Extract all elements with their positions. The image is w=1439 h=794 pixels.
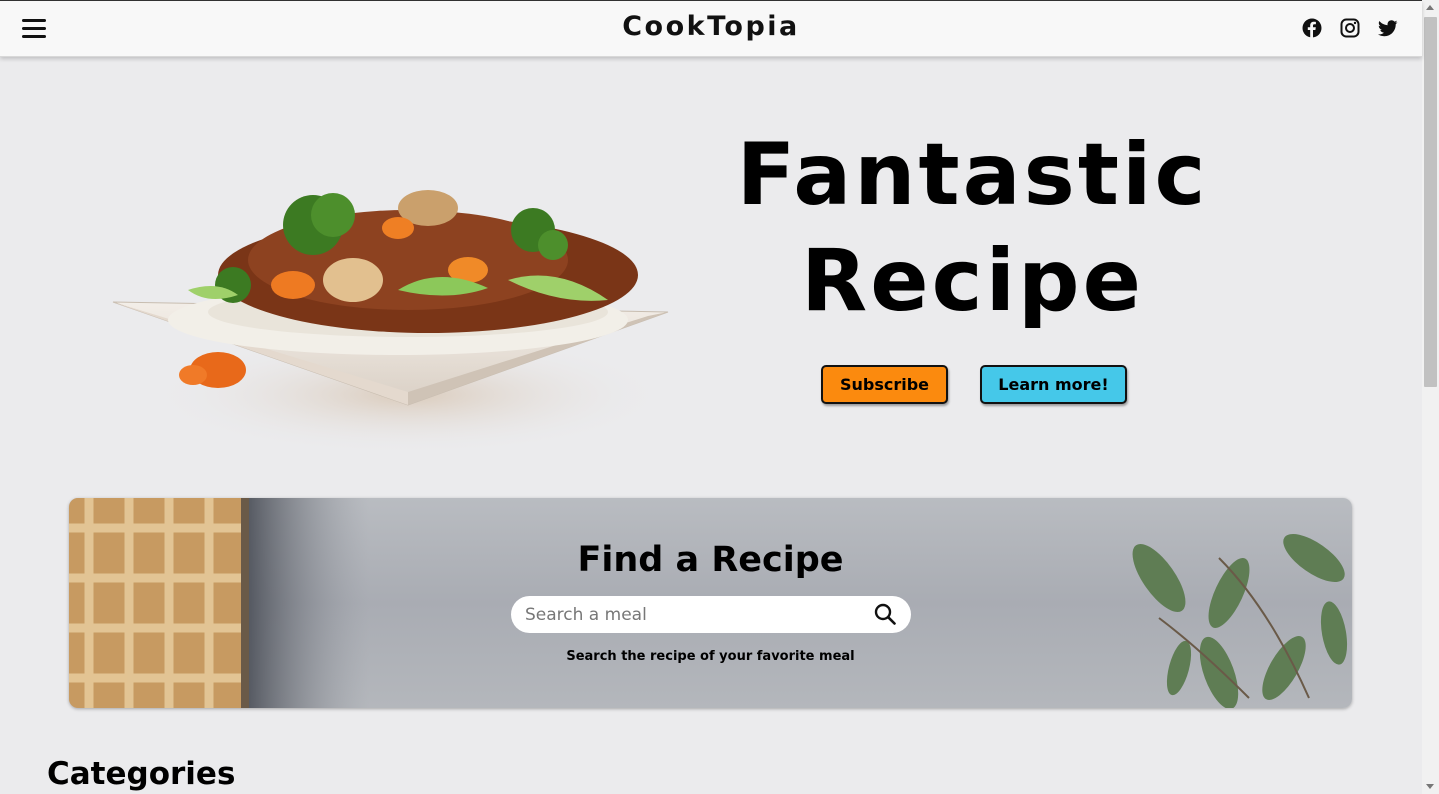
hero-food-plate-image — [112, 190, 669, 455]
search-input[interactable] — [525, 596, 855, 633]
instagram-icon[interactable] — [1340, 18, 1360, 38]
hero-title-line1: Fantastic — [736, 125, 1209, 225]
scroll-down-arrow-icon[interactable] — [1426, 784, 1434, 789]
search-icon[interactable] — [873, 602, 897, 626]
scrollbar-thumb[interactable] — [1424, 17, 1437, 387]
find-recipe-title: Find a Recipe — [577, 540, 844, 580]
learn-more-button[interactable]: Learn more! — [980, 365, 1127, 404]
scroll-up-arrow-icon[interactable] — [1426, 5, 1434, 10]
search-subtitle: Search the recipe of your favorite meal — [566, 649, 855, 664]
vertical-scrollbar[interactable] — [1422, 0, 1439, 794]
social-links — [1302, 18, 1398, 38]
brand-logo[interactable]: CookTopia — [0, 11, 1422, 42]
navbar: CookTopia — [0, 1, 1422, 57]
find-recipe-banner: Find a Recipe Search the recipe of your … — [69, 498, 1352, 708]
categories-heading: Categories — [47, 756, 236, 792]
search-box — [511, 596, 911, 633]
subscribe-button[interactable]: Subscribe — [821, 365, 948, 404]
facebook-icon[interactable] — [1302, 18, 1322, 38]
twitter-icon[interactable] — [1378, 18, 1398, 38]
hero-title: Fantastic Recipe — [700, 122, 1245, 334]
hero-title-line2: Recipe — [801, 231, 1144, 331]
